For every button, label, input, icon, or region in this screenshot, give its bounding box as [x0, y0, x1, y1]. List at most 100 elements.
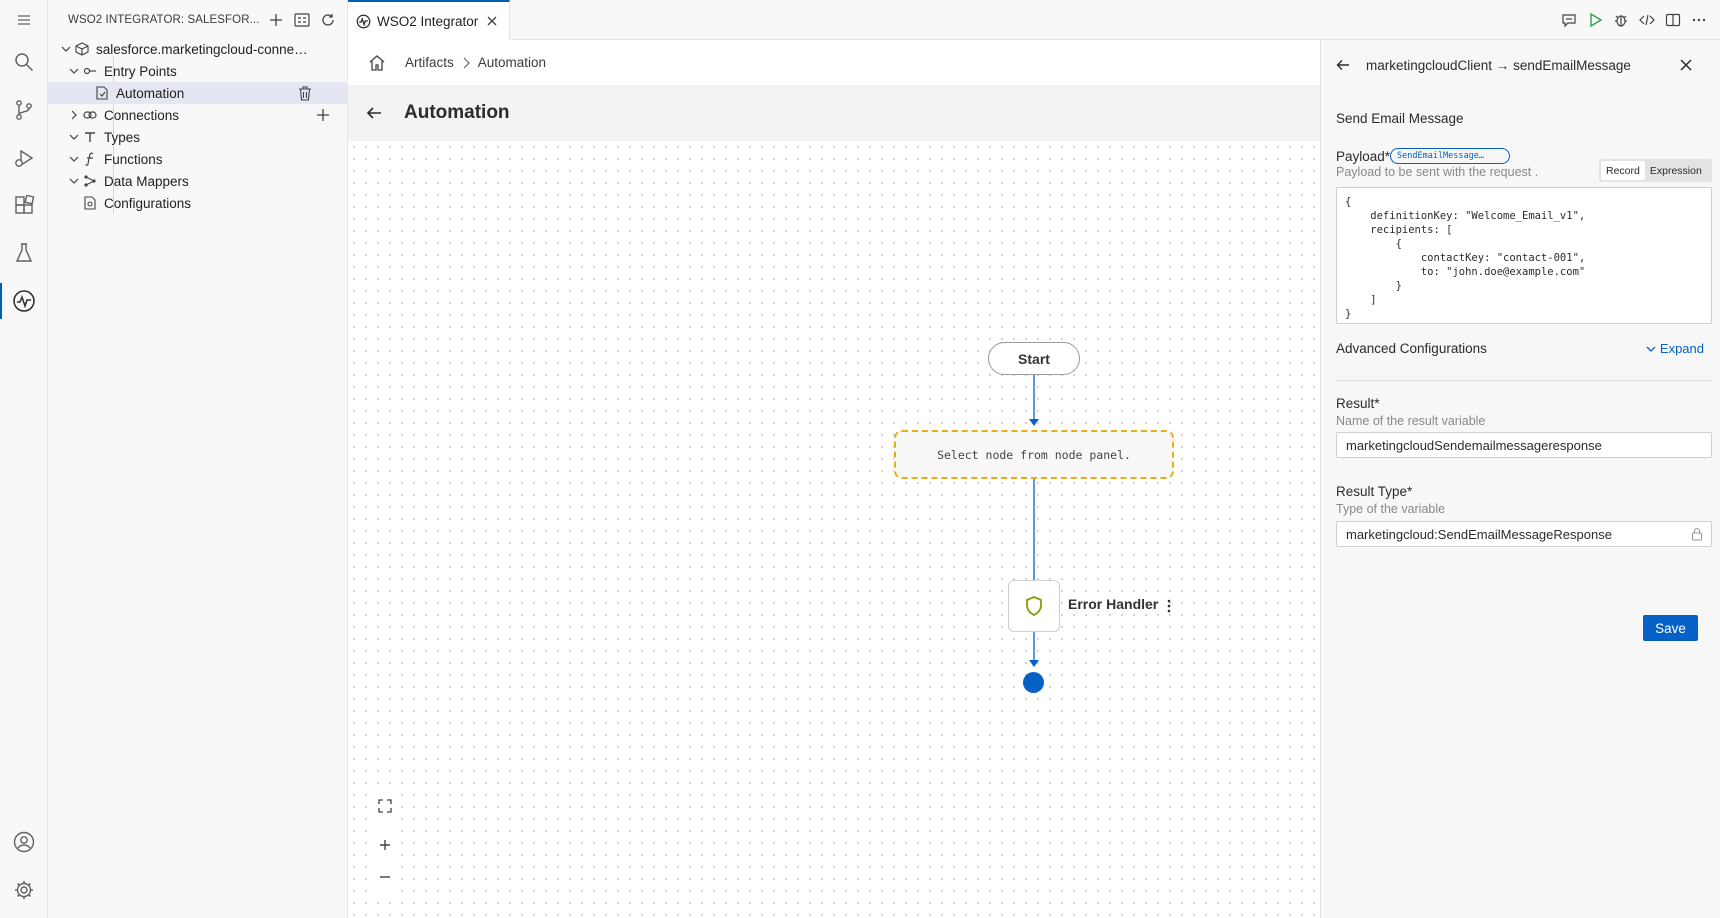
- zoom-in-icon[interactable]: [370, 830, 400, 860]
- result-type-help: Type of the variable: [1336, 502, 1446, 516]
- tree-item-connections[interactable]: Connections: [48, 104, 348, 126]
- chevron-down-icon: [66, 173, 82, 189]
- result-type-input: marketingcloud:SendEmailMessageResponse: [1336, 521, 1712, 547]
- mode-expression-button[interactable]: Expression: [1645, 161, 1707, 180]
- function-icon: [82, 151, 98, 167]
- tree-label: Data Mappers: [104, 173, 189, 189]
- add-connection-icon[interactable]: [316, 108, 330, 122]
- lock-icon: [1691, 527, 1703, 541]
- node-config-panel: marketingcloudClient → sendEmailMessage …: [1320, 40, 1720, 918]
- tree-label: Automation: [116, 85, 185, 101]
- tree-item-entry-points[interactable]: Entry Points: [48, 60, 348, 82]
- entry-point-icon: [82, 63, 98, 79]
- payload-editor[interactable]: { definitionKey: "Welcome_Email_v1", rec…: [1336, 187, 1712, 324]
- zoom-out-icon[interactable]: [370, 862, 400, 892]
- tree-item-project[interactable]: salesforce.marketingcloud-connecto...: [48, 38, 348, 60]
- payload-mode-toggle: Record Expression: [1599, 159, 1712, 182]
- tab-wso2-integrator[interactable]: WSO2 Integrator: [348, 0, 510, 40]
- tab-label: WSO2 Integrator: [377, 13, 479, 29]
- tree-item-functions[interactable]: Functions: [48, 148, 348, 170]
- tree-item-configurations[interactable]: Configurations: [48, 192, 348, 214]
- node-placeholder[interactable]: Select node from node panel.: [894, 430, 1174, 479]
- sidebar-title: WSO2 INTEGRATOR: SALESFOR...: [68, 14, 260, 26]
- wso2-integrator-tab-icon: [356, 14, 371, 29]
- package-icon: [74, 41, 90, 57]
- chat-icon[interactable]: [1556, 8, 1582, 32]
- advanced-configurations: Advanced Configurations Expand: [1336, 341, 1712, 381]
- panel-header: marketingcloudClient → sendEmailMessage: [1321, 40, 1720, 90]
- sidebar-header: WSO2 INTEGRATOR: SALESFOR...: [48, 0, 348, 40]
- flow-canvas[interactable]: Start Select node from node panel. Error…: [348, 141, 1320, 918]
- payload-label: Payload*: [1336, 149, 1391, 164]
- breadcrumb-automation[interactable]: Automation: [478, 55, 546, 70]
- home-icon[interactable]: [368, 54, 386, 72]
- refresh-icon[interactable]: [316, 8, 340, 32]
- expand-label: Expand: [1659, 341, 1704, 356]
- chevron-down-icon: [1646, 346, 1656, 352]
- type-icon: [82, 129, 98, 145]
- search-icon[interactable]: [0, 42, 48, 82]
- chevron-right-icon: [462, 57, 470, 69]
- tab-bar: WSO2 Integrator: [348, 0, 1720, 40]
- close-tab-icon[interactable]: [487, 16, 497, 26]
- payload-type-badge: SendEmailMessage…: [1390, 148, 1510, 164]
- advanced-label: Advanced Configurations: [1336, 341, 1487, 356]
- breadcrumb: Artifacts Automation: [348, 40, 1320, 85]
- result-name-input[interactable]: marketingcloudSendemailmessageresponse: [1336, 432, 1712, 458]
- shield-icon: [1025, 596, 1043, 616]
- editor-actions: [1556, 8, 1712, 32]
- extensions-icon[interactable]: [0, 186, 48, 226]
- link-icon: [82, 107, 98, 123]
- kebab-menu-icon[interactable]: [1162, 596, 1176, 616]
- wso2-integrator-icon[interactable]: [0, 281, 48, 321]
- run-play-icon[interactable]: [1582, 8, 1608, 32]
- result-label: Result*: [1336, 396, 1380, 411]
- tree-label: Types: [104, 129, 141, 145]
- tree-item-automation[interactable]: Automation: [48, 82, 348, 104]
- result-type-value: marketingcloud:SendEmailMessageResponse: [1346, 526, 1612, 542]
- tree-label: Connections: [104, 107, 180, 123]
- fit-screen-icon[interactable]: [370, 791, 400, 821]
- expand-button[interactable]: Expand: [1646, 341, 1704, 356]
- panel-heading: Send Email Message: [1336, 111, 1464, 126]
- config-file-icon: [82, 195, 98, 211]
- breadcrumb-artifacts[interactable]: Artifacts: [405, 55, 454, 70]
- project-label: salesforce.marketingcloud-connecto...: [96, 41, 311, 57]
- code-icon[interactable]: [1634, 8, 1660, 32]
- page-header: Automation: [348, 85, 1320, 141]
- add-icon[interactable]: [264, 8, 288, 32]
- menu-icon[interactable]: [0, 0, 48, 40]
- settings-gear-icon[interactable]: [0, 870, 48, 910]
- chevron-down-icon: [58, 41, 74, 57]
- flow-connectors: [1029, 375, 1039, 667]
- explorer-sidebar: WSO2 INTEGRATOR: SALESFOR... salesforce.…: [48, 0, 348, 918]
- data-mapper-icon: [82, 173, 98, 189]
- run-debug-icon[interactable]: [0, 138, 48, 178]
- end-node: [1023, 672, 1044, 693]
- mode-record-button[interactable]: Record: [1601, 161, 1645, 180]
- testing-flask-icon[interactable]: [0, 233, 48, 273]
- error-handler-node[interactable]: [1008, 580, 1060, 632]
- start-node[interactable]: Start: [988, 342, 1080, 375]
- result-help: Name of the result variable: [1336, 414, 1486, 428]
- error-handler-label: Error Handler: [1068, 596, 1159, 612]
- debug-bug-icon[interactable]: [1608, 8, 1634, 32]
- chevron-right-icon: [66, 107, 82, 123]
- payload-help: Payload to be sent with the request .: [1336, 165, 1539, 179]
- close-icon[interactable]: [1676, 55, 1696, 75]
- account-icon[interactable]: [0, 822, 48, 862]
- tree-item-types[interactable]: Types: [48, 126, 348, 148]
- tree-label: Entry Points: [104, 63, 177, 79]
- tree-label: Configurations: [104, 195, 192, 211]
- config-panel-icon[interactable]: [290, 8, 314, 32]
- save-button[interactable]: Save: [1643, 615, 1698, 641]
- tree-item-data-mappers[interactable]: Data Mappers: [48, 170, 348, 192]
- back-arrow-icon[interactable]: [1336, 58, 1350, 72]
- activity-bar: [0, 0, 48, 918]
- more-actions-icon[interactable]: [1686, 8, 1712, 32]
- delete-trash-icon[interactable]: [298, 85, 312, 101]
- split-editor-icon[interactable]: [1660, 8, 1686, 32]
- file-icon: [94, 85, 110, 101]
- source-control-icon[interactable]: [0, 90, 48, 130]
- back-arrow-icon[interactable]: [366, 105, 382, 121]
